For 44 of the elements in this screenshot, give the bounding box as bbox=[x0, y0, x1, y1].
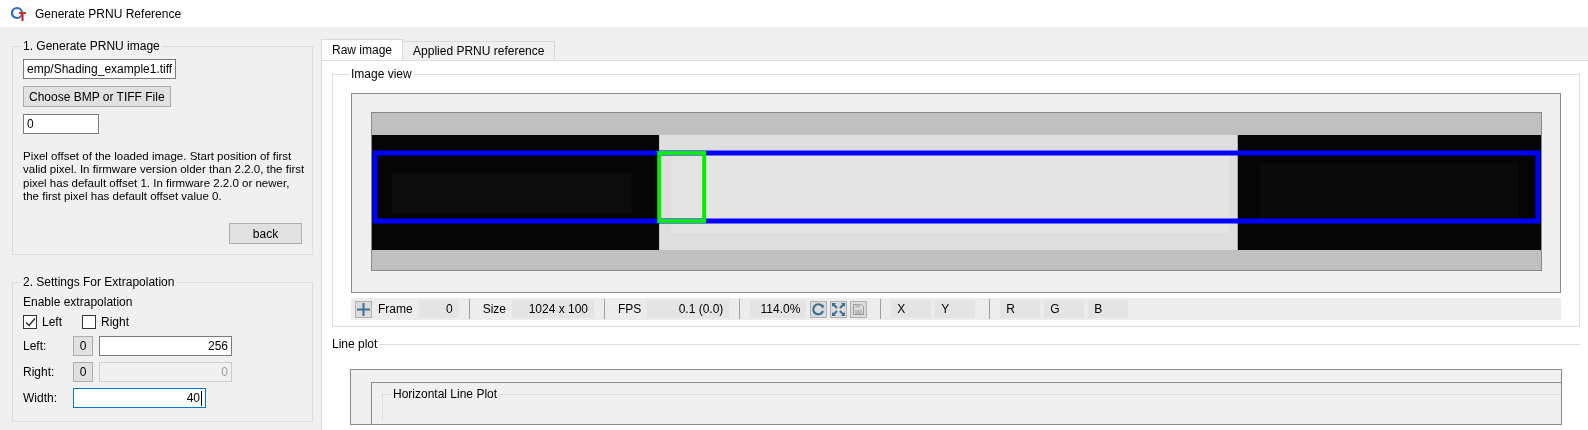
toolbar-value: 0.1 (0.0) bbox=[647, 300, 730, 318]
group-title: Horizontal Line Plot bbox=[392, 387, 499, 401]
refresh-icon[interactable] bbox=[810, 300, 828, 318]
help-text: Pixel offset of the loaded image. Start position of first valid pixel. In firmware version older than 2.2.0, the first pixel has default offset 1. In firmware 2.2.0 or newer, the first pixel has default offset value 0. bbox=[23, 150, 306, 204]
checkbox[interactable] bbox=[82, 315, 96, 330]
value-badge: 0 bbox=[73, 362, 93, 383]
fit-screen-icon[interactable] bbox=[830, 300, 848, 318]
number-field[interactable]: 40 bbox=[73, 388, 206, 409]
field-label: Width: bbox=[23, 391, 58, 406]
tab[interactable]: Applied PRNU reference bbox=[402, 41, 556, 60]
save-icon[interactable] bbox=[850, 300, 868, 318]
toolbar-label: Size bbox=[481, 302, 507, 316]
group-title: Line plot bbox=[331, 337, 379, 351]
value-badge: 0 bbox=[73, 336, 93, 357]
back-button[interactable]: back bbox=[229, 223, 302, 245]
selection-rectangle[interactable] bbox=[657, 151, 707, 223]
choose-file-button[interactable]: Choose BMP or TIFF File bbox=[23, 86, 171, 107]
toolbar-label: R bbox=[1000, 300, 1041, 318]
group-title: Image view bbox=[350, 67, 413, 81]
zoom-value: 114.0% bbox=[750, 300, 807, 318]
group-title: 1. Generate PRNU image bbox=[22, 39, 161, 53]
number-field[interactable]: 256 bbox=[99, 336, 232, 357]
enable-label: Enable extrapolation bbox=[23, 295, 133, 310]
group-title: 2. Settings For Extrapolation bbox=[22, 275, 176, 290]
checkbox[interactable] bbox=[23, 315, 37, 330]
checkbox-label: Right bbox=[101, 315, 130, 330]
app-logo-icon bbox=[11, 5, 27, 22]
window-title: Generate PRNU Reference bbox=[35, 6, 182, 21]
toolbar-label: FPS bbox=[617, 302, 643, 316]
plus-icon[interactable] bbox=[355, 300, 372, 318]
offset-field[interactable]: 0 bbox=[23, 114, 99, 134]
field-label: Right: bbox=[23, 365, 56, 380]
roi-rectangle[interactable] bbox=[372, 150, 1541, 224]
checkbox-label: Left bbox=[42, 315, 62, 330]
file-path-field[interactable]: emp/Shading_example1.tiff bbox=[23, 59, 177, 79]
toolbar-label: X bbox=[891, 300, 932, 318]
toolbar-label: Frame bbox=[377, 302, 414, 316]
field-label: Left: bbox=[23, 339, 48, 354]
toolbar-label: G bbox=[1044, 300, 1085, 318]
tab[interactable]: Raw image bbox=[321, 39, 404, 60]
toolbar-value: 0 bbox=[418, 300, 459, 318]
toolbar-value: 1024 x 100 bbox=[512, 300, 594, 318]
toolbar-label: Y bbox=[935, 300, 976, 318]
toolbar-label: B bbox=[1088, 300, 1129, 318]
